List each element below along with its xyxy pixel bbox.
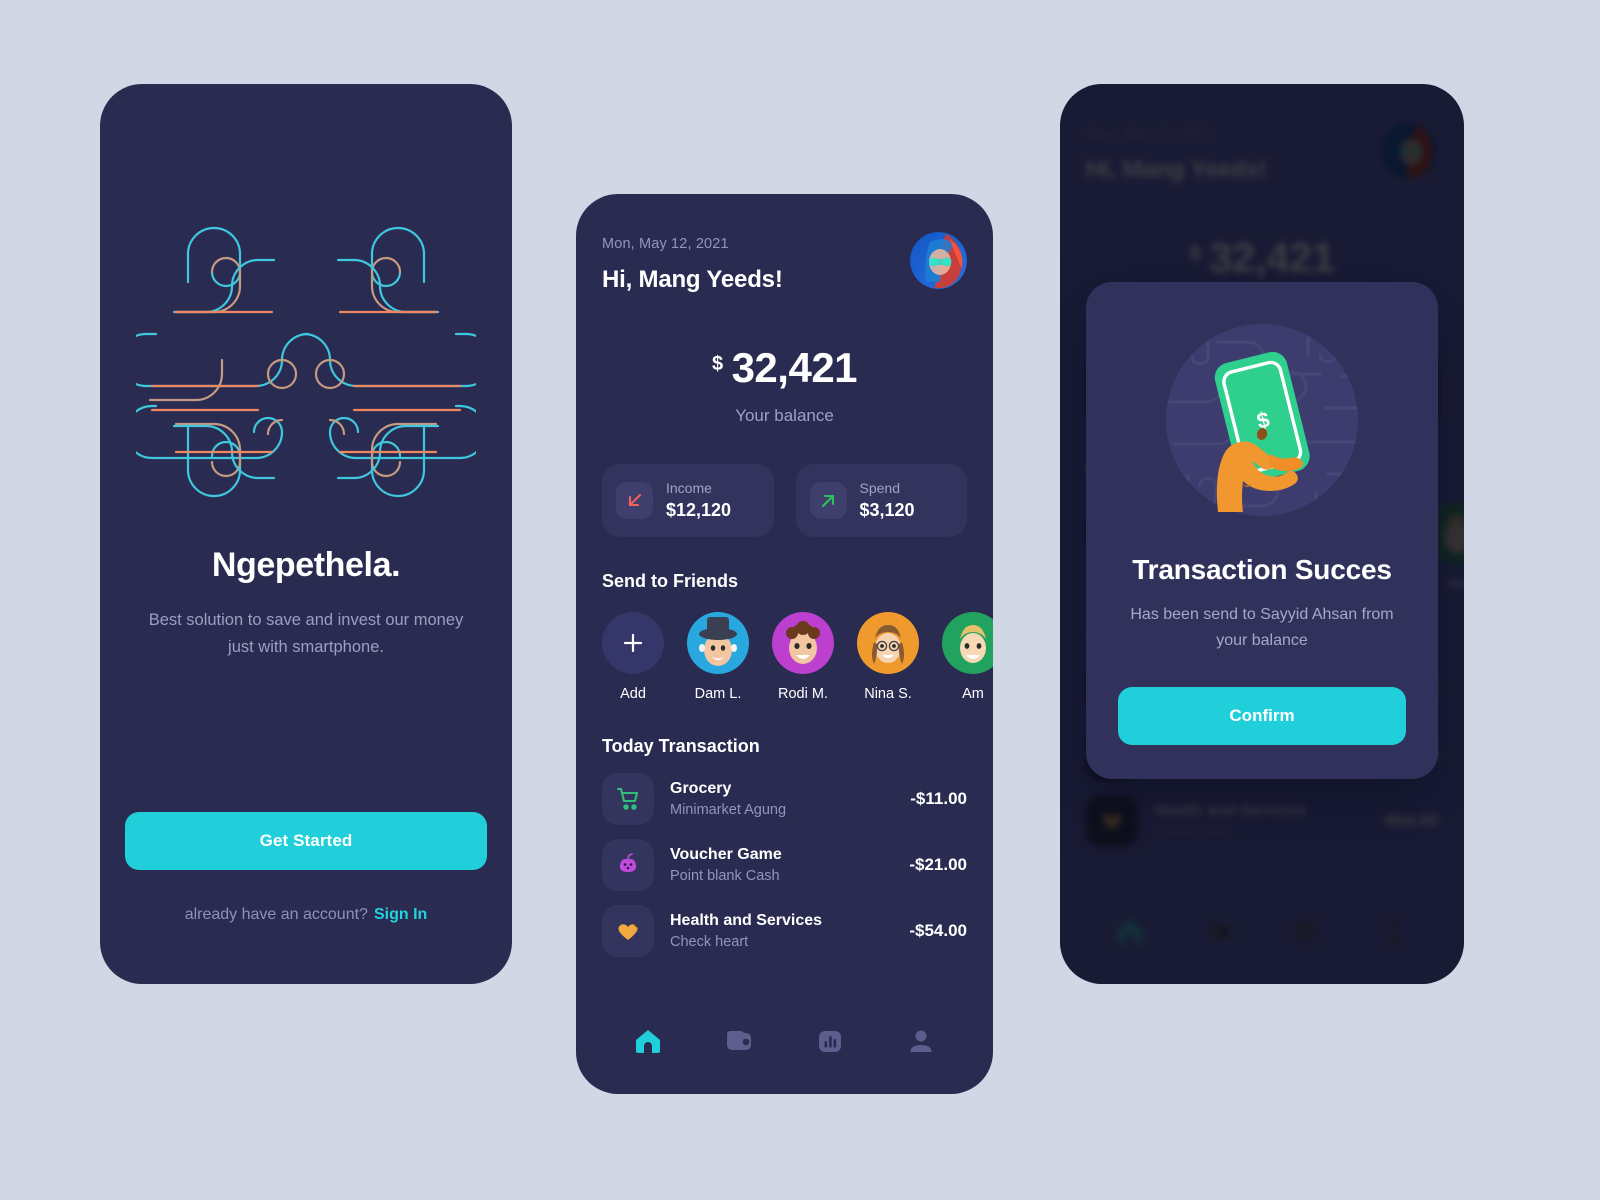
- confirm-button[interactable]: Confirm: [1118, 687, 1406, 746]
- send-to-friends-title: Send to Friends: [602, 571, 739, 591]
- friend-avatar: [942, 612, 993, 674]
- friend-item[interactable]: Nina S.: [857, 612, 919, 702]
- balance-amount-row: $ 32,421: [711, 344, 858, 392]
- ornamental-knot-illustration: [100, 214, 512, 514]
- currency-symbol: $: [711, 353, 723, 375]
- spend-card[interactable]: Spend $3,120: [795, 464, 967, 537]
- friend-item[interactable]: Dam L.: [687, 612, 749, 702]
- today-transaction-title: Today Transaction: [602, 736, 760, 756]
- friend-name: Add: [620, 686, 646, 702]
- spend-text: Spend $3,120: [860, 480, 915, 521]
- screenshot-canvas: Ngepethela. Best solution to save and in…: [0, 0, 1600, 1200]
- table-row[interactable]: Voucher Game Point blank Cash -$21.00: [602, 839, 967, 891]
- friends-list: Add Dam L. Rodi M. Nina S. Am: [602, 612, 993, 702]
- spend-label: Spend: [859, 480, 900, 496]
- friend-avatar: [687, 612, 749, 674]
- stats-row: Income $12,120 Spend $3,120: [602, 464, 967, 537]
- onboarding-screen: Ngepethela. Best solution to save and in…: [100, 84, 512, 984]
- friend-avatar: [772, 612, 834, 674]
- shopping-cart-icon: [602, 773, 654, 825]
- transaction-success-screen: Mon, May 12, 2021 Hi, Mang Yeeds! $ 32,4…: [1060, 84, 1464, 984]
- transaction-title: Grocery: [670, 780, 732, 797]
- friend-name: Nina S.: [864, 686, 912, 702]
- friend-avatar: [857, 612, 919, 674]
- income-value: $12,120: [666, 500, 732, 520]
- plus-icon: [602, 612, 664, 674]
- success-modal: $ Transaction Succes Has been send to Sa…: [1086, 282, 1438, 780]
- table-row[interactable]: Grocery Minimarket Agung -$11.00: [602, 773, 967, 825]
- income-label: Income: [666, 480, 712, 496]
- sign-in-link[interactable]: Sign In: [374, 906, 427, 923]
- transaction-amount: -$21.00: [909, 855, 967, 874]
- get-started-button[interactable]: Get Started: [125, 812, 487, 870]
- friend-item[interactable]: Rodi M.: [772, 612, 834, 702]
- balance-amount: 32,421: [731, 344, 858, 391]
- bottom-nav: [576, 1018, 993, 1064]
- modal-message: Has been send to Sayyid Ahsan from your …: [1130, 606, 1394, 649]
- user-avatar[interactable]: [910, 232, 967, 289]
- arrow-down-left-icon: [616, 482, 653, 519]
- transaction-text: Voucher Game Point blank Cash: [670, 846, 893, 884]
- balance-label: Your balance: [735, 406, 834, 425]
- transaction-list: Grocery Minimarket Agung -$11.00 Voucher…: [602, 773, 967, 957]
- transaction-subtitle: Point blank Cash: [670, 868, 780, 884]
- tab-wallet[interactable]: [722, 1024, 756, 1058]
- tab-profile[interactable]: [904, 1024, 938, 1058]
- friend-item[interactable]: Am: [942, 612, 993, 702]
- onboarding-copy: Ngepethela. Best solution to save and in…: [100, 546, 512, 660]
- friend-add[interactable]: Add: [602, 612, 664, 702]
- game-voucher-icon: [602, 839, 654, 891]
- transaction-text: Health and Services Check heart: [670, 912, 893, 950]
- transaction-text: Grocery Minimarket Agung: [670, 780, 894, 818]
- transaction-subtitle: Check heart: [670, 934, 749, 950]
- modal-title: Transaction Succes: [1132, 554, 1392, 585]
- dashboard-content: Mon, May 12, 2021 Hi, Mang Yeeds! $ 32,4…: [576, 194, 993, 1094]
- friend-name: Am: [962, 686, 984, 702]
- tab-home[interactable]: [631, 1024, 665, 1058]
- income-text: Income $12,120: [666, 480, 731, 521]
- transaction-subtitle: Minimarket Agung: [670, 802, 787, 818]
- friend-name: Dam L.: [694, 686, 742, 702]
- transaction-amount: -$54.00: [909, 921, 967, 940]
- balance-block: $ 32,421 Your balance: [602, 344, 967, 426]
- page-title: Ngepethela.: [211, 546, 401, 584]
- income-card[interactable]: Income $12,120: [602, 464, 774, 537]
- hand-holding-phone-illustration: $: [1118, 316, 1406, 524]
- signin-prompt: already have an account?: [184, 906, 368, 923]
- friend-name: Rodi M.: [778, 686, 828, 702]
- signin-row: already have an account? Sign In: [100, 906, 512, 924]
- onboarding-subtitle: Best solution to save and invest our mon…: [148, 611, 464, 656]
- arrow-up-right-icon: [809, 482, 847, 519]
- transaction-title: Voucher Game: [670, 846, 782, 863]
- transaction-title: Health and Services: [670, 912, 823, 929]
- heart-icon: [602, 905, 654, 957]
- table-row[interactable]: Health and Services Check heart -$54.00: [602, 905, 967, 957]
- spend-value: $3,120: [859, 500, 915, 520]
- dashboard-screen: Mon, May 12, 2021 Hi, Mang Yeeds! $ 32,4…: [576, 194, 993, 1094]
- transaction-amount: -$11.00: [910, 789, 967, 808]
- tab-stats[interactable]: [813, 1024, 847, 1058]
